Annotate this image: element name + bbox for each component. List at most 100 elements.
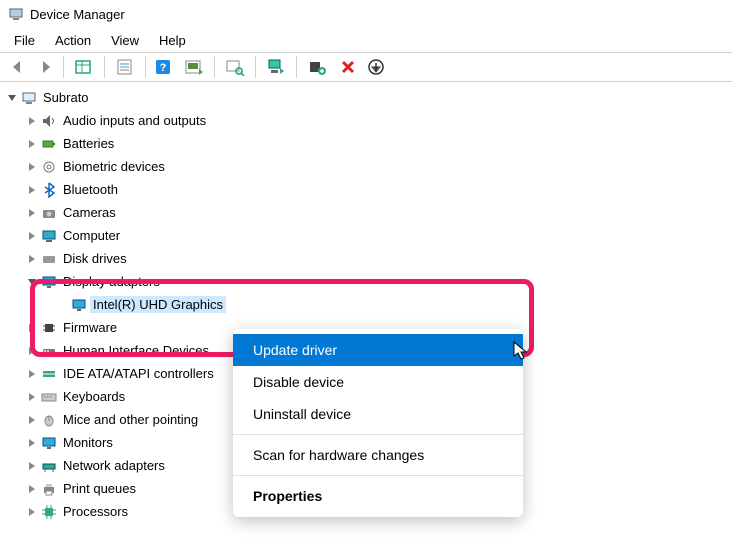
camera-icon	[40, 204, 58, 222]
enable-device-toolbar-icon[interactable]	[261, 55, 291, 79]
tree-item-bluetooth[interactable]: Bluetooth	[2, 178, 732, 201]
processor-icon	[40, 503, 58, 521]
tree-item-label: Network adapters	[60, 457, 168, 474]
tree-item-cameras[interactable]: Cameras	[2, 201, 732, 224]
window-title: Device Manager	[30, 7, 125, 22]
chevron-down-icon[interactable]	[24, 274, 40, 290]
toolbar-separator	[296, 56, 297, 78]
chevron-right-icon[interactable]	[24, 159, 40, 175]
tree-item-label: Display adapters	[60, 273, 163, 290]
chevron-right-icon[interactable]	[24, 136, 40, 152]
keyboard-icon	[40, 388, 58, 406]
context-disable-device[interactable]: Disable device	[233, 366, 523, 398]
forward-icon[interactable]	[34, 55, 58, 79]
tree-item-label: Monitors	[60, 434, 116, 451]
tree-item-disk[interactable]: Disk drives	[2, 247, 732, 270]
tree-item-intel-uhd[interactable]: Intel(R) UHD Graphics	[2, 293, 732, 316]
chevron-right-icon[interactable]	[24, 458, 40, 474]
tree-item-display-adapters[interactable]: Display adapters	[2, 270, 732, 293]
spacer	[54, 297, 70, 313]
context-uninstall-device[interactable]: Uninstall device	[233, 398, 523, 430]
tree-root-label: Subrato	[40, 89, 92, 106]
chevron-right-icon[interactable]	[24, 320, 40, 336]
menu-view[interactable]: View	[101, 30, 149, 51]
show-hidden-icon[interactable]	[69, 55, 99, 79]
tree-item-batteries[interactable]: Batteries	[2, 132, 732, 155]
toolbar-separator	[255, 56, 256, 78]
display-icon	[70, 296, 88, 314]
menu-help[interactable]: Help	[149, 30, 196, 51]
computer-icon	[40, 227, 58, 245]
network-icon	[40, 457, 58, 475]
tree-root[interactable]: Subrato	[2, 86, 732, 109]
chevron-right-icon[interactable]	[24, 435, 40, 451]
back-icon[interactable]	[6, 55, 30, 79]
tree-item-label: Intel(R) UHD Graphics	[90, 296, 226, 313]
menu-file[interactable]: File	[4, 30, 45, 51]
hid-icon	[40, 342, 58, 360]
bluetooth-icon	[40, 181, 58, 199]
disable-toolbar-icon[interactable]	[364, 55, 388, 79]
mouse-cursor-icon	[513, 341, 529, 361]
devmgr-icon	[8, 6, 24, 22]
battery-icon	[40, 135, 58, 153]
display-icon	[40, 273, 58, 291]
properties-toolbar-icon[interactable]	[110, 55, 140, 79]
tree-item-label: Biometric devices	[60, 158, 168, 175]
chevron-right-icon[interactable]	[24, 366, 40, 382]
chevron-right-icon[interactable]	[24, 228, 40, 244]
context-separator	[233, 475, 523, 476]
chevron-right-icon[interactable]	[24, 113, 40, 129]
menubar: File Action View Help	[0, 28, 732, 52]
toolbar-separator	[214, 56, 215, 78]
context-menu: Update driver Disable device Uninstall d…	[233, 329, 523, 517]
context-scan-hardware[interactable]: Scan for hardware changes	[233, 439, 523, 471]
context-properties[interactable]: Properties	[233, 480, 523, 512]
disk-icon	[40, 250, 58, 268]
chevron-right-icon[interactable]	[24, 182, 40, 198]
tree-item-label: Computer	[60, 227, 123, 244]
chevron-right-icon[interactable]	[24, 205, 40, 221]
tree-item-audio[interactable]: Audio inputs and outputs	[2, 109, 732, 132]
tree-item-label: Keyboards	[60, 388, 128, 405]
context-separator	[233, 434, 523, 435]
add-legacy-toolbar-icon[interactable]	[302, 55, 332, 79]
chevron-right-icon[interactable]	[24, 412, 40, 428]
chevron-right-icon[interactable]	[24, 504, 40, 520]
menu-action[interactable]: Action	[45, 30, 101, 51]
tree-item-label: Bluetooth	[60, 181, 121, 198]
update-driver-toolbar-icon[interactable]	[179, 55, 209, 79]
chevron-right-icon[interactable]	[24, 343, 40, 359]
tree-item-label: Firmware	[60, 319, 120, 336]
help-toolbar-icon[interactable]: ?	[151, 55, 175, 79]
tree-item-label: IDE ATA/ATAPI controllers	[60, 365, 217, 382]
tree-item-label: Cameras	[60, 204, 119, 221]
tree-item-computer[interactable]: Computer	[2, 224, 732, 247]
chevron-right-icon[interactable]	[24, 389, 40, 405]
toolbar-separator	[145, 56, 146, 78]
monitor-icon	[40, 434, 58, 452]
context-update-driver[interactable]: Update driver	[233, 334, 523, 366]
tree-item-biometric[interactable]: Biometric devices	[2, 155, 732, 178]
chevron-down-icon[interactable]	[4, 90, 20, 106]
firmware-icon	[40, 319, 58, 337]
tree-item-label: Batteries	[60, 135, 117, 152]
audio-icon	[40, 112, 58, 130]
tree-item-label: Disk drives	[60, 250, 130, 267]
svg-text:?: ?	[160, 62, 167, 74]
tree-item-label: Mice and other pointing	[60, 411, 201, 428]
printer-icon	[40, 480, 58, 498]
tree-item-label: Processors	[60, 503, 131, 520]
mouse-icon	[40, 411, 58, 429]
tree-item-label: Audio inputs and outputs	[60, 112, 209, 129]
scan-hardware-toolbar-icon[interactable]	[220, 55, 250, 79]
biometric-icon	[40, 158, 58, 176]
uninstall-toolbar-icon[interactable]	[336, 55, 360, 79]
ide-icon	[40, 365, 58, 383]
chevron-right-icon[interactable]	[24, 251, 40, 267]
chevron-right-icon[interactable]	[24, 481, 40, 497]
tree-item-label: Print queues	[60, 480, 139, 497]
toolbar: ?	[0, 52, 732, 82]
tree-item-label: Human Interface Devices	[60, 342, 212, 359]
toolbar-separator	[63, 56, 64, 78]
